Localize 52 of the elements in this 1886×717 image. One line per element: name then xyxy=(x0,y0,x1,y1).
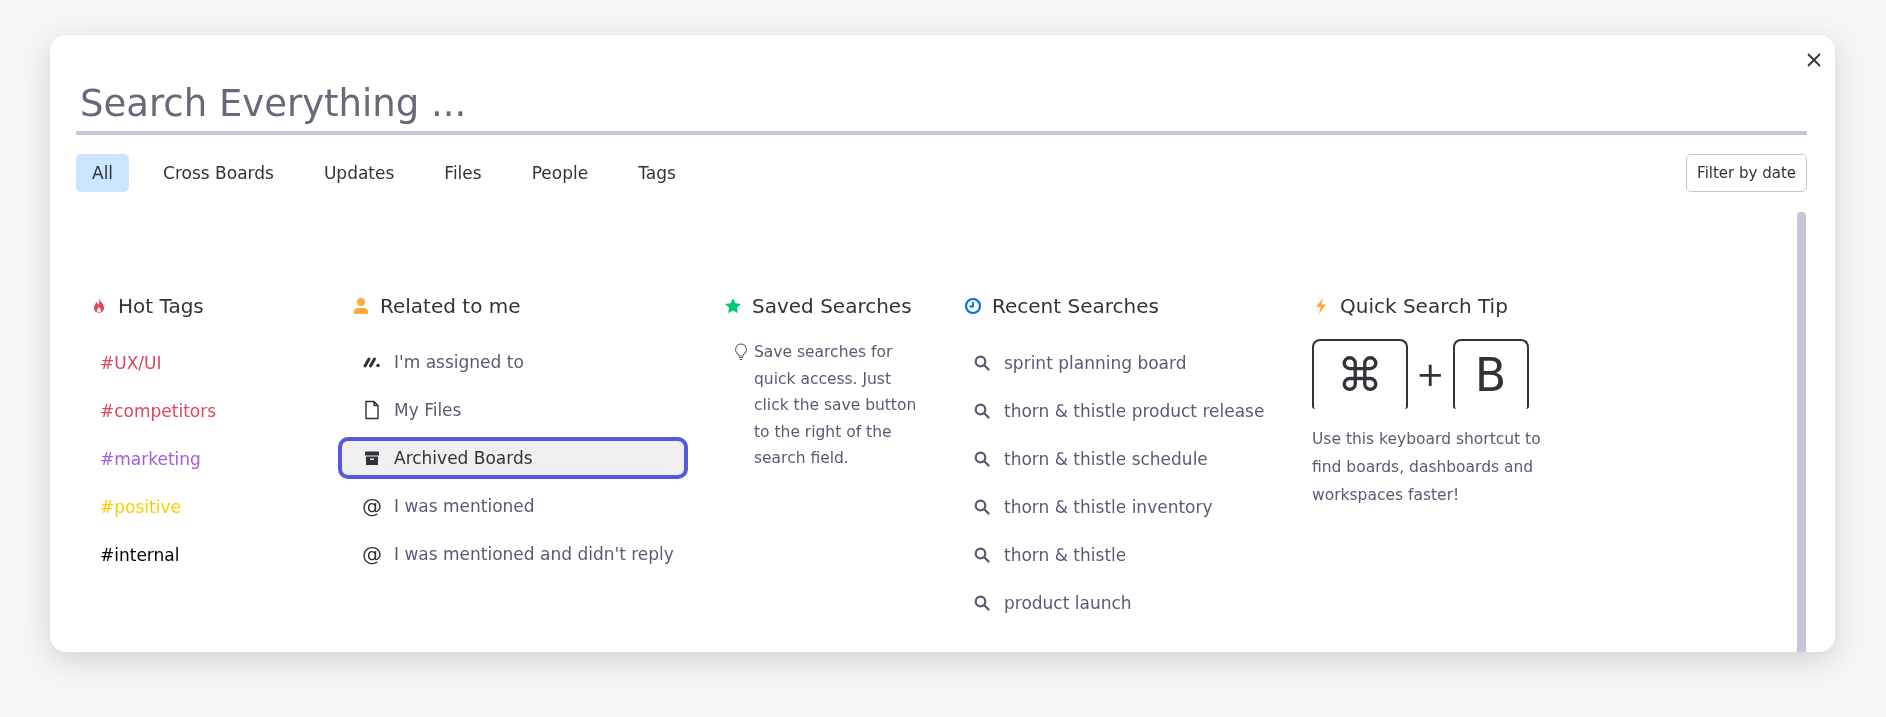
recent-search-link[interactable]: product launch xyxy=(1004,593,1132,613)
recent-search-link[interactable]: thorn & thistle xyxy=(1004,545,1127,565)
search-field[interactable]: Search Everything ... xyxy=(76,75,1807,135)
keyboard-key: B xyxy=(1452,339,1529,409)
person-icon xyxy=(352,297,370,315)
at-sign-icon: @ xyxy=(362,494,382,518)
search-icon xyxy=(974,403,990,419)
related-item-label: Archived Boards xyxy=(394,448,533,468)
at-sign-icon: @ xyxy=(362,542,382,566)
search-icon xyxy=(974,451,990,467)
recent-search-link[interactable]: thorn & thistle inventory xyxy=(1004,497,1213,517)
search-icon xyxy=(974,547,990,563)
related-item[interactable]: My Files xyxy=(338,389,688,431)
filter-tab[interactable]: Files xyxy=(428,154,498,192)
shortcut-tip-text: Use this keyboard shortcut to find boards, dashboards and workspaces faster! xyxy=(1312,429,1542,506)
filter-tab[interactable]: All xyxy=(76,154,130,192)
related-item[interactable]: Archived Boards xyxy=(338,437,688,479)
search-icon xyxy=(974,355,990,371)
related-item[interactable]: @ I was mentioned xyxy=(338,485,688,527)
related-item[interactable]: I'm assigned to xyxy=(338,341,688,383)
tag-link[interactable]: #competitors xyxy=(100,399,217,423)
search-icon xyxy=(974,499,990,515)
scrollbar[interactable] xyxy=(1797,212,1806,652)
recent-search-link[interactable]: thorn & thistle product release xyxy=(1004,401,1265,421)
filter-tab[interactable]: People xyxy=(515,154,605,192)
tag-link[interactable]: #marketing xyxy=(100,447,201,471)
section-heading: Recent Searches xyxy=(992,294,1159,318)
filter-tab[interactable]: Updates xyxy=(307,154,411,192)
keyboard-key: ⌘ xyxy=(1312,339,1408,409)
clock-icon xyxy=(964,297,982,315)
tag-link[interactable]: #internal xyxy=(100,543,180,567)
section-heading: Hot Tags xyxy=(118,294,204,318)
related-item-label: I was mentioned and didn't reply xyxy=(394,544,674,564)
lightbulb-icon xyxy=(734,343,748,361)
related-item[interactable]: @ I was mentioned and didn't reply xyxy=(338,533,688,575)
related-item-label: I was mentioned xyxy=(394,496,535,516)
recent-search-link[interactable]: thorn & thistle schedule xyxy=(1004,449,1208,469)
plus-sign: + xyxy=(1416,354,1445,394)
star-icon xyxy=(724,297,742,315)
related-item-label: My Files xyxy=(394,400,462,420)
filter-tab[interactable]: Cross Boards xyxy=(147,154,290,192)
related-item-label: I'm assigned to xyxy=(394,352,524,372)
recent-search-link[interactable]: sprint planning board xyxy=(1004,353,1187,373)
file-icon xyxy=(362,400,382,420)
saved-searches-hint: Save searches for quick access. Just click the save button to the right of the search field. xyxy=(754,342,918,469)
filter-tab[interactable]: Tags xyxy=(622,154,692,192)
section-heading: Related to me xyxy=(380,294,521,318)
tag-link[interactable]: #UX/UI xyxy=(100,351,162,375)
filter-by-date-button[interactable]: Filter by date xyxy=(1686,154,1807,192)
section-heading: Saved Searches xyxy=(752,294,912,318)
section-heading: Quick Search Tip xyxy=(1340,294,1508,318)
search-icon xyxy=(974,595,990,611)
